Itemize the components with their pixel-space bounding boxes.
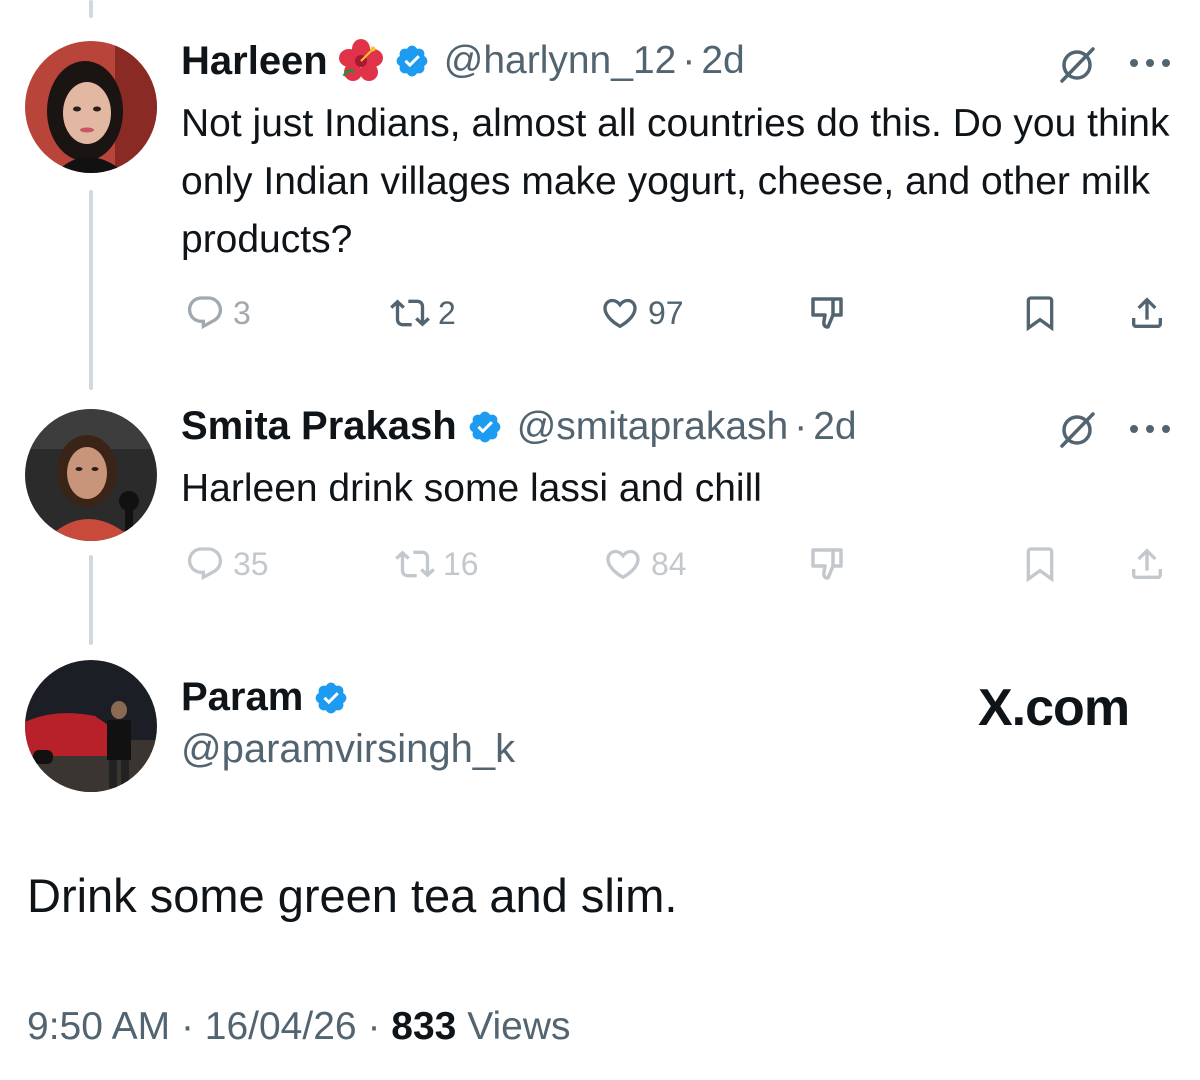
repost-icon xyxy=(395,550,435,578)
like-button[interactable]: 97 xyxy=(600,293,684,333)
display-name[interactable]: Smita Prakash xyxy=(181,404,457,449)
bookmark-icon xyxy=(1026,296,1054,332)
reply-button[interactable]: 35 xyxy=(185,544,269,584)
main-tweet-text: Drink some green tea and slim. xyxy=(27,869,678,922)
views-label: Views xyxy=(467,1005,571,1048)
share-icon xyxy=(1132,297,1162,328)
separator-dot: · xyxy=(180,1005,194,1048)
like-icon xyxy=(606,549,640,580)
more-icon[interactable] xyxy=(1128,422,1172,436)
reply-count: 35 xyxy=(233,545,269,582)
xcom-watermark: X.com xyxy=(978,679,1130,737)
tweet-meta: 9:50 AM · 16/04/26 · 833 Views xyxy=(27,1005,571,1049)
repost-count: 16 xyxy=(443,545,479,582)
grok-icon[interactable] xyxy=(1057,45,1097,85)
thread-line-top xyxy=(89,0,93,18)
like-icon xyxy=(603,298,637,329)
separator-dot: · xyxy=(367,1005,381,1048)
verified-badge-icon xyxy=(394,43,430,79)
tweet-text: Harleen drink some lassi and chill xyxy=(181,467,762,510)
share-button[interactable] xyxy=(1127,293,1167,333)
grok-icon[interactable] xyxy=(1057,410,1097,450)
bookmark-icon xyxy=(1026,547,1054,583)
share-icon xyxy=(1132,548,1162,579)
post-date[interactable]: 16/04/26 xyxy=(205,1005,357,1048)
dislike-icon xyxy=(811,297,843,329)
reply-button[interactable]: 3 xyxy=(185,293,251,333)
dislike-button[interactable] xyxy=(808,293,848,333)
display-name[interactable]: Harleen xyxy=(181,39,328,84)
like-count: 97 xyxy=(648,294,684,331)
display-name[interactable]: Param xyxy=(181,675,303,720)
share-button[interactable] xyxy=(1127,544,1167,584)
thread-line-1 xyxy=(89,190,93,390)
timestamp[interactable]: 2d xyxy=(813,405,856,449)
avatar-param[interactable] xyxy=(25,660,157,792)
tweet-header-smita: Smita Prakash @smitaprakash · 2d xyxy=(181,404,857,449)
handle[interactable]: @smitaprakash xyxy=(517,405,789,449)
repost-count: 2 xyxy=(438,294,456,331)
hibiscus-icon xyxy=(338,38,384,84)
handle[interactable]: @paramvirsingh_k xyxy=(181,727,515,772)
thread-line-2 xyxy=(89,555,93,645)
repost-icon xyxy=(390,299,430,327)
views-count: 833 xyxy=(391,1005,457,1048)
handle[interactable]: @harlynn_12 xyxy=(444,39,677,83)
dislike-button[interactable] xyxy=(808,544,848,584)
repost-button[interactable]: 16 xyxy=(395,544,479,584)
timestamp[interactable]: 2d xyxy=(701,39,744,83)
more-icon[interactable] xyxy=(1128,56,1172,70)
avatar-harleen[interactable] xyxy=(25,41,157,173)
post-time[interactable]: 9:50 AM xyxy=(27,1005,170,1048)
dislike-icon xyxy=(811,548,843,580)
separator-dot: · xyxy=(682,39,696,82)
tweet-header-harleen: Harleen @harlynn_12 · 2d xyxy=(181,38,745,84)
separator-dot: · xyxy=(794,404,808,448)
like-count: 84 xyxy=(651,545,687,582)
bookmark-button[interactable] xyxy=(1020,293,1060,333)
reply-icon xyxy=(187,547,223,581)
verified-badge-icon xyxy=(313,680,349,716)
repost-button[interactable]: 2 xyxy=(390,293,456,333)
tweet-text: Not just Indians, almost all countries d… xyxy=(181,102,1170,261)
like-button[interactable]: 84 xyxy=(603,544,687,584)
bookmark-button[interactable] xyxy=(1020,544,1060,584)
verified-badge-icon xyxy=(467,409,503,445)
reply-icon xyxy=(187,296,223,330)
reply-count: 3 xyxy=(233,294,251,331)
main-author: Param xyxy=(181,675,349,720)
avatar-smita-prakash[interactable] xyxy=(25,409,157,541)
